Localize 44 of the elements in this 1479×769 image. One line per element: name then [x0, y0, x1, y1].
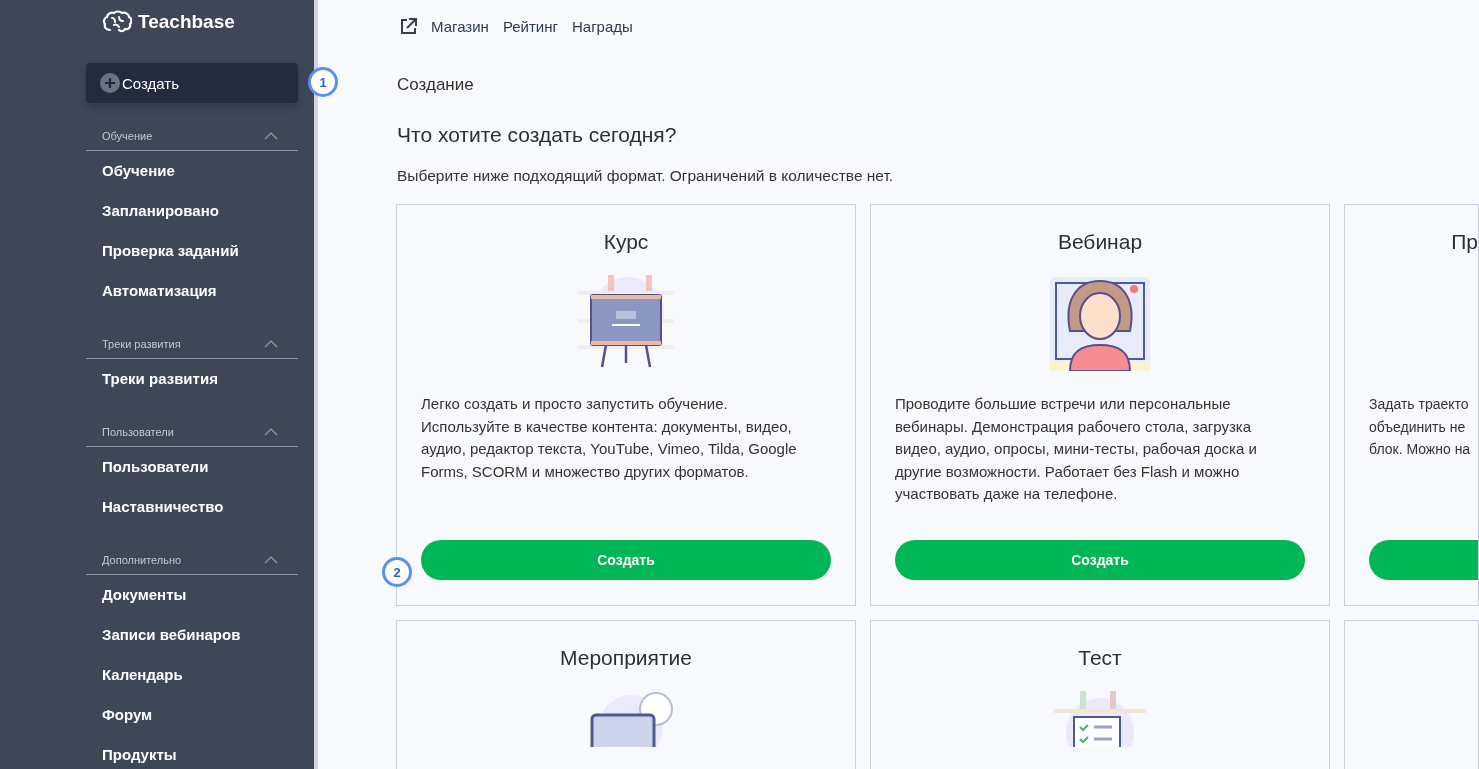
card-description: Проводите большие встречи или персональные вебинары. Демонстрация рабочего стола, загрузка видео, аудио, опросы, мини-тесты, рабочая доска и другие возможности. Работает без Flash и можно участвовать даже на телефоне. [895, 394, 1258, 504]
create-button[interactable] [1369, 540, 1478, 580]
sidebar-item[interactable]: Документы [86, 575, 298, 615]
section-header[interactable]: Обучение [86, 121, 298, 151]
sidebar-item[interactable]: Запланировано [86, 191, 298, 231]
sidebar-item[interactable]: Форум [86, 695, 298, 735]
nav-link[interactable]: Магазин [431, 17, 489, 35]
plus-icon [100, 73, 120, 93]
section-header[interactable]: Пользователи [86, 417, 298, 447]
sidebar-item[interactable]: Треки развития [86, 359, 298, 399]
card-description: Легко создать и просто запустить обучение. Используйте в качестве контента: документы, видео, аудио, редактор текста, YouTube, Vimeo, Tilda, Google Forms, SCORM и множество других форматов. [421, 394, 798, 482]
card-title: Вебинар [1057, 230, 1143, 254]
card-description-line: Задать траекто [1369, 395, 1470, 414]
page-title: Создание [396, 75, 475, 95]
card-description-line: блок. Можно на [1369, 440, 1472, 459]
sidebar-item[interactable]: Автоматизация [86, 271, 298, 311]
logo-text: Teachbase [138, 11, 235, 33]
sidebar-item[interactable]: Календарь [86, 655, 298, 695]
chevron-icon [264, 131, 278, 140]
create-button[interactable]: Создать [86, 63, 298, 103]
chevron-icon [264, 427, 278, 436]
nav-link[interactable]: Награды [571, 17, 633, 35]
section-header[interactable]: Дополнительно [86, 545, 298, 575]
nav-link[interactable]: Рейтинг [502, 17, 558, 35]
chevron-icon [264, 555, 278, 564]
card-title: Курс [603, 230, 649, 254]
card-title: Тест [1078, 646, 1122, 670]
sidebar-item[interactable]: Пользователи [86, 447, 298, 487]
step-marker: 1 [308, 67, 338, 97]
step-marker: 2 [382, 557, 412, 587]
section-header[interactable]: Треки развития [86, 329, 298, 359]
card-title: Пр [1450, 230, 1478, 254]
sidebar-item[interactable]: Наставничество [86, 487, 298, 527]
external-link-icon[interactable] [400, 17, 417, 35]
sidebar-item[interactable]: Записи вебинаров [86, 615, 298, 655]
sidebar-item[interactable]: Продукты [86, 735, 298, 769]
chevron-icon [264, 339, 278, 348]
subheading: Выберите ниже подходящий формат. Ограничений в количестве нет. [397, 167, 895, 185]
card-title: Мероприятие [560, 646, 692, 670]
sidebar-item[interactable]: Проверка заданий [86, 231, 298, 271]
brain-icon [102, 10, 132, 34]
sidebar-item[interactable]: Обучение [86, 151, 298, 191]
card-description-line: объединить не [1369, 417, 1467, 437]
heading: Что хотите создать сегодня? [397, 123, 678, 147]
